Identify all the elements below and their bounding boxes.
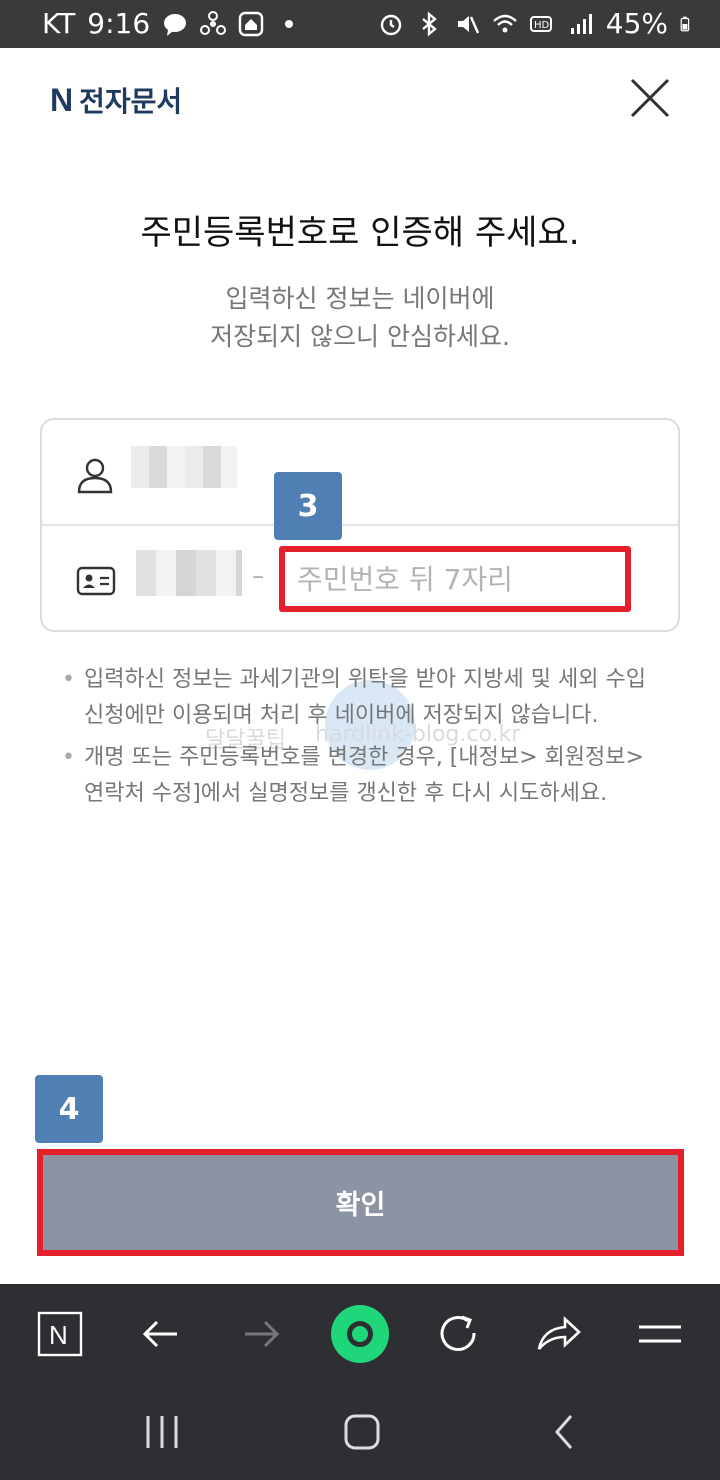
green-dot-icon <box>331 1305 389 1363</box>
fan-icon <box>200 10 227 35</box>
status-left: KT 9:16 <box>42 7 302 40</box>
close-icon[interactable] <box>626 74 674 122</box>
home-nav-icon[interactable] <box>334 1404 390 1460</box>
chat-bubble-icon <box>164 13 187 36</box>
battery-icon <box>680 16 690 31</box>
id-card-icon <box>76 566 116 596</box>
identity-form: – <box>40 418 680 632</box>
naver-n-logo: N <box>50 81 74 118</box>
status-bar: KT 9:16 HD 45% <box>0 0 720 48</box>
mute-icon <box>457 15 479 33</box>
bullet: • <box>62 745 75 770</box>
battery-percent: 45% <box>605 7 668 40</box>
refresh-icon <box>440 1315 476 1351</box>
notice-item: • 입력하신 정보는 과세기관의 위탁을 받아 지방세 및 세외 수입 신청에만… <box>62 662 662 734</box>
back-button[interactable] <box>133 1306 189 1362</box>
share-arrow-icon <box>537 1316 581 1350</box>
svg-text:HD: HD <box>534 20 550 31</box>
form-divider <box>42 524 678 526</box>
rrn-back-input[interactable] <box>279 546 631 612</box>
subtitle-line-2: 저장되지 않으니 안심하세요. <box>210 322 510 351</box>
arrow-left-icon <box>142 1320 177 1348</box>
rrn-dash: – <box>252 562 264 590</box>
green-dot-button[interactable] <box>330 1304 390 1364</box>
back-nav-icon[interactable] <box>537 1404 593 1460</box>
brand-title: 전자문서 <box>79 85 183 118</box>
browser-toolbar: N <box>0 1284 720 1384</box>
share-button[interactable] <box>531 1306 587 1362</box>
home-app-icon <box>238 11 264 36</box>
brand-logo: N 전자문서 <box>50 80 182 120</box>
notice-text: 개명 또는 주민등록번호를 변경한 경우, [내정보> 회원정보> 연락처 수정… <box>84 745 644 806</box>
page-subtitle: 입력하신 정보는 네이버에 저장되지 않으니 안심하세요. <box>0 280 720 356</box>
confirm-highlight: 확인 <box>37 1149 684 1256</box>
recent-apps-icon[interactable] <box>134 1404 190 1460</box>
clock: 9:16 <box>87 7 151 40</box>
hamburger-menu-icon <box>639 1325 681 1343</box>
confirm-button[interactable]: 확인 <box>43 1155 678 1250</box>
cell-signal-icon <box>570 13 592 34</box>
step-3-badge: 3 <box>274 472 342 540</box>
alarm-icon <box>380 14 401 35</box>
person-icon <box>77 458 113 494</box>
page-title: 주민등록번호로 인증해 주세요. <box>140 213 580 253</box>
bluetooth-icon <box>421 10 437 37</box>
step-4-badge: 4 <box>35 1075 103 1143</box>
notification-dot-icon <box>285 19 294 28</box>
refresh-button[interactable] <box>431 1306 487 1362</box>
notice-text: 입력하신 정보는 과세기관의 위탁을 받아 지방세 및 세외 수입 신청에만 이… <box>84 667 646 728</box>
carrier-label: KT <box>42 7 76 40</box>
name-field[interactable] <box>131 446 237 488</box>
naver-home-icon: N <box>37 1311 83 1357</box>
rrn-front-field[interactable] <box>136 550 242 596</box>
arrow-right-icon <box>245 1320 280 1348</box>
forward-button[interactable] <box>233 1306 289 1362</box>
wifi-icon <box>492 14 517 32</box>
app-header: N 전자문서 <box>0 48 720 148</box>
bullet: • <box>62 667 75 692</box>
system-nav-bar <box>0 1384 720 1480</box>
hd-signal-icon: HD <box>529 15 552 32</box>
notice-item: • 개명 또는 주민등록번호를 변경한 경우, [내정보> 회원정보> 연락처 … <box>62 740 662 812</box>
naver-home-letter: N <box>49 1320 68 1350</box>
menu-button[interactable] <box>632 1306 688 1362</box>
naver-home-button[interactable]: N <box>32 1306 88 1362</box>
subtitle-line-1: 입력하신 정보는 네이버에 <box>225 284 495 313</box>
status-right: HD 45% <box>378 7 696 40</box>
notice-list: • 입력하신 정보는 과세기관의 위탁을 받아 지방세 및 세외 수입 신청에만… <box>62 662 662 818</box>
